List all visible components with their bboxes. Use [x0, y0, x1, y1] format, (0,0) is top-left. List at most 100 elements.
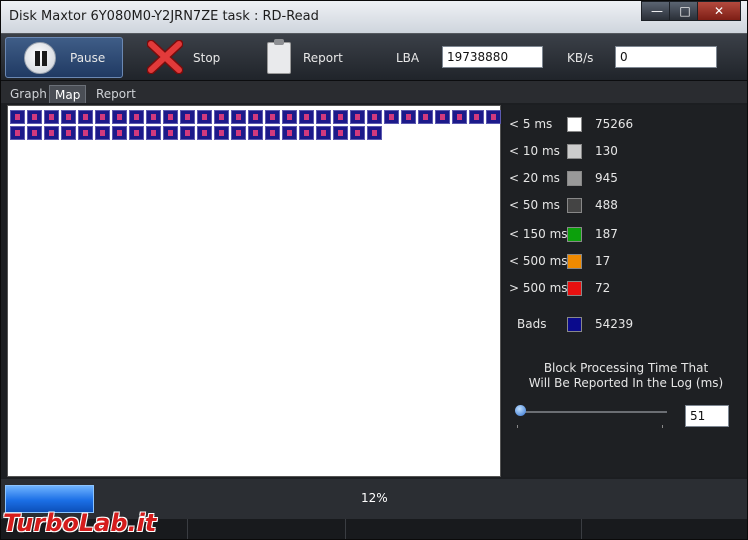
map-block: [231, 110, 246, 124]
slider-thumb[interactable]: [515, 405, 526, 416]
legend-count: 945: [595, 171, 618, 185]
map-block: [248, 110, 263, 124]
legend-label: > 500 ms: [509, 281, 568, 295]
pause-label: Pause: [70, 51, 106, 65]
map-block: [112, 110, 127, 124]
legend-label: < 500 ms: [509, 254, 568, 268]
legend-swatch: [567, 281, 582, 296]
map-block: [248, 126, 263, 140]
map-block: [282, 110, 297, 124]
legend-row-lt5: < 5 ms 75266: [509, 115, 739, 135]
map-block: [27, 126, 42, 140]
map-block: [197, 126, 212, 140]
map-block: [44, 126, 59, 140]
legend-swatch: [567, 254, 582, 269]
map-block: [435, 110, 450, 124]
map-block: [367, 126, 382, 140]
map-block: [112, 126, 127, 140]
map-block: [452, 110, 467, 124]
map-block: [384, 110, 399, 124]
map-block: [350, 110, 365, 124]
stop-button[interactable]: Stop: [193, 51, 220, 65]
app-window: Disk Maxtor 6Y080M0-Y2JRN7ZE task : RD-R…: [0, 0, 748, 540]
map-block: [163, 110, 178, 124]
map-block: [486, 110, 501, 124]
map-block: [333, 126, 348, 140]
block-time-caption: Block Processing Time That Will Be Repor…: [521, 361, 731, 391]
legend-count: 72: [595, 281, 611, 295]
legend-row-bads: Bads 54239: [509, 315, 739, 335]
legend-swatch: [567, 171, 582, 186]
map-block: [10, 126, 25, 140]
map-block: [469, 110, 484, 124]
legend-count: 187: [595, 227, 618, 241]
legend-label: < 150 ms: [509, 227, 568, 241]
legend-count: 75266: [595, 117, 634, 131]
legend-count: 17: [595, 254, 611, 268]
map-block: [27, 110, 42, 124]
legend-row-lt500: < 500 ms 17: [509, 252, 739, 272]
legend-row-lt50: < 50 ms 488: [509, 196, 739, 216]
map-block: [316, 110, 331, 124]
stop-x-icon[interactable]: [147, 40, 183, 74]
map-block: [265, 110, 280, 124]
legend-swatch: [567, 227, 582, 242]
tab-report[interactable]: Report: [91, 85, 141, 103]
map-block: [129, 126, 144, 140]
map-block: [180, 126, 195, 140]
tab-bar: Graph Map Report: [1, 81, 747, 103]
map-block: [95, 110, 110, 124]
tab-map[interactable]: Map: [49, 85, 87, 103]
block-time-field[interactable]: 51: [685, 405, 729, 427]
close-button[interactable]: ✕: [697, 1, 741, 21]
map-block: [44, 110, 59, 124]
map-block: [265, 126, 280, 140]
lba-label: LBA: [396, 51, 420, 65]
legend-count: 488: [595, 198, 618, 212]
lba-field[interactable]: 19738880: [442, 46, 543, 68]
map-block: [129, 110, 144, 124]
legend-label: < 5 ms: [509, 117, 553, 131]
block-map: [7, 105, 501, 477]
map-block: [78, 110, 93, 124]
legend-label: < 20 ms: [509, 171, 560, 185]
pause-button[interactable]: Pause: [5, 37, 123, 78]
progress-percent: 12%: [361, 491, 388, 505]
clipboard-icon[interactable]: [267, 39, 291, 74]
legend-panel: < 5 ms 75266 < 10 ms 130 < 20 ms 945 < 5…: [503, 105, 747, 477]
kbs-field[interactable]: 0: [615, 46, 717, 68]
map-block: [350, 126, 365, 140]
slider-track[interactable]: [517, 411, 667, 413]
map-block: [299, 110, 314, 124]
pause-icon: [24, 42, 56, 74]
map-block: [401, 110, 416, 124]
map-block: [231, 126, 246, 140]
report-button[interactable]: Report: [303, 51, 343, 65]
slider-tick: [662, 425, 663, 428]
map-block: [214, 110, 229, 124]
legend-label: Bads: [517, 317, 547, 331]
legend-row-lt150: < 150 ms 187: [509, 225, 739, 245]
map-block: [95, 126, 110, 140]
tab-graph[interactable]: Graph: [5, 85, 52, 103]
watermark-logo: TurboLab.it: [3, 509, 157, 537]
slider-tick: [517, 425, 518, 428]
map-block: [214, 126, 229, 140]
map-block: [146, 110, 161, 124]
window-title: Disk Maxtor 6Y080M0-Y2JRN7ZE task : RD-R…: [9, 9, 319, 24]
legend-swatch: [567, 144, 582, 159]
map-block: [180, 110, 195, 124]
legend-row-gt500: > 500 ms 72: [509, 279, 739, 299]
legend-count: 54239: [595, 317, 634, 331]
map-block: [333, 110, 348, 124]
toolbar: Pause Stop Report LBA 19738880 KB/s 0: [1, 33, 747, 81]
map-block: [146, 126, 161, 140]
map-block: [299, 126, 314, 140]
legend-label: < 10 ms: [509, 144, 560, 158]
legend-swatch: [567, 317, 582, 332]
legend-row-lt10: < 10 ms 130: [509, 142, 739, 162]
map-block: [316, 126, 331, 140]
map-block: [10, 110, 25, 124]
map-block: [61, 126, 76, 140]
map-block: [367, 110, 382, 124]
